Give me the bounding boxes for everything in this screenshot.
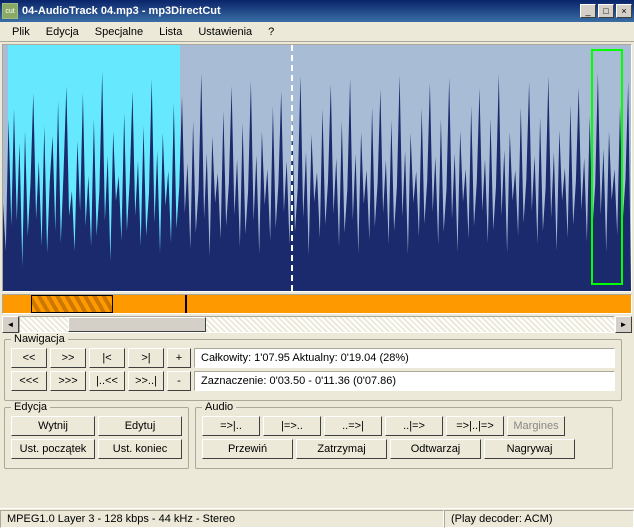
rewind-button[interactable]: Przewiń [202, 439, 293, 459]
menu-specjalne[interactable]: Specjalne [87, 24, 151, 40]
menu-plik[interactable]: Plik [4, 24, 38, 40]
window-title: 04-AudioTrack 04.mp3 - mp3DirectCut [22, 5, 578, 17]
edit-legend: Edycja [11, 401, 50, 413]
menu-edycja[interactable]: Edycja [38, 24, 87, 40]
navigation-group: Nawigacja << >> |< >| + Całkowity: 1'07.… [4, 339, 622, 401]
scroll-track[interactable] [19, 316, 615, 333]
record-button[interactable]: Nagrywaj [484, 439, 575, 459]
set-begin-button[interactable]: Ust. początek [11, 439, 95, 459]
cut-button[interactable]: Wytnij [11, 416, 95, 436]
audio-cue5-button[interactable]: =>|..|=> [446, 416, 504, 436]
minimize-button[interactable]: _ [580, 4, 596, 18]
horizontal-scrollbar[interactable]: ◄ ► [2, 316, 632, 333]
close-button[interactable]: × [616, 4, 632, 18]
title-bar: cut 04-AudioTrack 04.mp3 - mp3DirectCut … [0, 0, 634, 22]
info-total: Całkowity: 1'07.95 Aktualny: 0'19.04 (28… [194, 348, 615, 368]
status-bar: MPEG1.0 Layer 3 - 128 kbps - 44 kHz - St… [0, 508, 634, 528]
menu-lista[interactable]: Lista [151, 24, 190, 40]
nav-rewind-button[interactable]: << [11, 348, 47, 368]
maximize-button[interactable]: □ [598, 4, 614, 18]
playhead-cursor [291, 45, 293, 291]
waveform-svg [3, 45, 631, 291]
menu-bar: Plik Edycja Specjalne Lista Ustawienia ? [0, 22, 634, 42]
nav-bigrewind-button[interactable]: <<< [11, 371, 47, 391]
nav-nextcue-button[interactable]: >>..| [128, 371, 164, 391]
status-decoder: (Play decoder: ACM) [444, 510, 634, 528]
set-end-button[interactable]: Ust. koniec [98, 439, 182, 459]
info-selection: Zaznaczenie: 0'03.50 - 0'11.36 (0'07.86) [194, 371, 615, 391]
nav-zoomout-button[interactable]: - [167, 371, 191, 391]
nav-end-button[interactable]: >| [128, 348, 164, 368]
edit-group: Edycja Wytnij Edytuj Ust. początek Ust. … [4, 407, 189, 469]
stop-button[interactable]: Zatrzymaj [296, 439, 387, 459]
scroll-right-button[interactable]: ► [615, 316, 632, 333]
audio-legend: Audio [202, 401, 236, 413]
nav-legend: Nawigacja [11, 333, 68, 345]
waveform-display[interactable] [2, 44, 632, 292]
edit-button[interactable]: Edytuj [98, 416, 182, 436]
nav-zoomin-button[interactable]: + [167, 348, 191, 368]
app-icon: cut [2, 3, 18, 19]
overview-bar[interactable] [2, 294, 632, 314]
audio-cue1-button[interactable]: =>|.. [202, 416, 260, 436]
menu-help[interactable]: ? [260, 24, 282, 40]
audio-cue4-button[interactable]: ..|=> [385, 416, 443, 436]
audio-cue2-button[interactable]: |=>.. [263, 416, 321, 436]
margin-button: Margines [507, 416, 565, 436]
overview-playhead [185, 295, 187, 313]
loop-marker [591, 49, 623, 285]
nav-prevcue-button[interactable]: |..<< [89, 371, 125, 391]
nav-start-button[interactable]: |< [89, 348, 125, 368]
nav-bigforward-button[interactable]: >>> [50, 371, 86, 391]
overview-selection [31, 295, 113, 313]
scroll-thumb[interactable] [68, 317, 206, 332]
scroll-left-button[interactable]: ◄ [2, 316, 19, 333]
status-format: MPEG1.0 Layer 3 - 128 kbps - 44 kHz - St… [0, 510, 444, 528]
menu-ustawienia[interactable]: Ustawienia [190, 24, 260, 40]
audio-cue3-button[interactable]: ..=>| [324, 416, 382, 436]
nav-forward-button[interactable]: >> [50, 348, 86, 368]
audio-group: Audio =>|.. |=>.. ..=>| ..|=> =>|..|=> M… [195, 407, 613, 469]
play-button[interactable]: Odtwarzaj [390, 439, 481, 459]
